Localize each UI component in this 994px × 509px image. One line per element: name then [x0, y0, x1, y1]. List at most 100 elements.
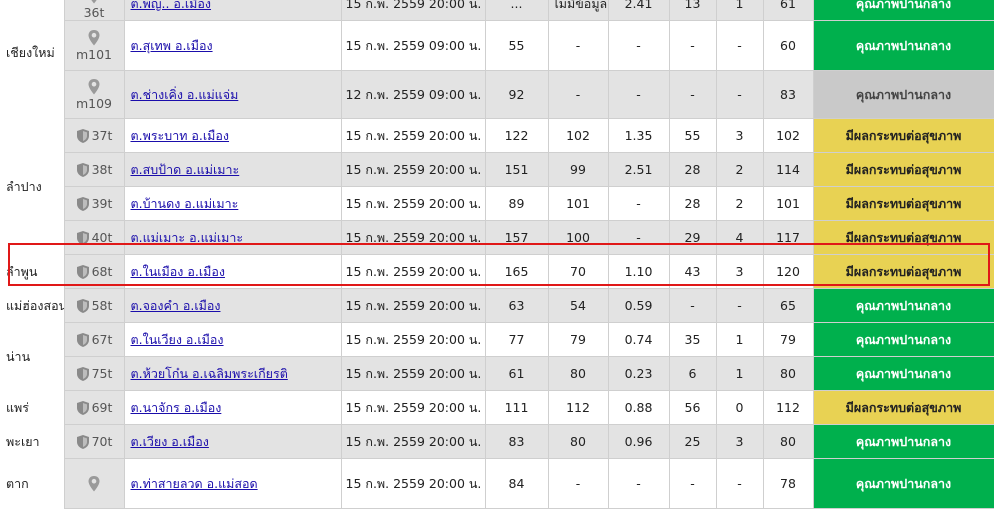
measurement-value: 3 — [735, 434, 744, 449]
station-marker[interactable]: 75t — [69, 366, 120, 382]
province-label: ลำปาง — [6, 178, 42, 194]
location-link[interactable]: ต.เวียง อ.เมือง — [131, 434, 209, 449]
measurement-value: 3 — [735, 128, 744, 143]
location-link[interactable]: ต.ห้วยโก๋น อ.เฉลิมพระเกียรติ — [131, 366, 288, 381]
station-marker[interactable]: 67t — [69, 332, 120, 348]
value-cell-v3: - — [607, 70, 670, 119]
value-cell-v6: 61 — [762, 0, 814, 21]
province-label: ตาก — [6, 475, 29, 491]
value-cell-v3: 2.51 — [607, 152, 670, 187]
quality-status-cell: คุณภาพปานกลาง — [812, 20, 994, 71]
value-cell-v3: 2.41 — [607, 0, 670, 21]
station-code: m101 — [75, 47, 113, 62]
measurement-value: 89 — [508, 196, 525, 211]
location-link[interactable]: ต.พญ.. อ.เมือง — [131, 0, 212, 11]
value-cell-v6: 112 — [762, 390, 814, 425]
measurement-value: 120 — [776, 264, 800, 279]
station-marker[interactable]: 58t — [69, 298, 120, 314]
measurement-value: 80 — [570, 366, 586, 381]
table-body: เชียงใหม่ 36t ต.พญ.. อ.เมือง 15 ก.พ. 2559 2… — [0, 0, 994, 509]
value-cell-v1: 89 — [484, 186, 549, 221]
measurement-value: 43 — [684, 264, 701, 279]
measurement-value: 102 — [566, 128, 590, 143]
table-row: เชียงใหม่ 36t ต.พญ.. อ.เมือง 15 ก.พ. 2559 2… — [0, 0, 994, 119]
station-marker[interactable]: m109 — [69, 78, 120, 111]
shield-icon — [76, 332, 90, 348]
location-link[interactable]: ต.นาจักร อ.เมือง — [131, 400, 222, 415]
measurement-time: 15 ก.พ. 2559 20:00 น. — [345, 365, 482, 381]
station-cell[interactable]: 70t — [63, 424, 125, 459]
value-cell-v1: 157 — [484, 220, 549, 255]
station-marker[interactable]: 38t — [69, 162, 120, 178]
measurement-value: - — [690, 298, 695, 313]
measurement-value: 29 — [684, 230, 701, 245]
province-cell: ลำปาง — [0, 118, 64, 255]
value-cell-v2: 54 — [547, 288, 609, 323]
station-code: 58t — [91, 298, 113, 313]
station-cell[interactable]: 38t — [63, 152, 125, 187]
location-link[interactable]: ต.ช่างเคิ่ง อ.แม่แจ่ม — [131, 87, 239, 102]
value-cell-v4: - — [668, 20, 717, 71]
location-link[interactable]: ต.ในเมือง อ.เมือง — [131, 264, 225, 279]
station-marker[interactable]: 40t — [69, 230, 120, 246]
station-code: 39t — [91, 196, 113, 211]
station-cell[interactable]: 40t — [63, 220, 125, 255]
station-marker[interactable]: m101 — [69, 29, 120, 62]
location-cell: ต.สบป้าด อ.แม่เมาะ — [123, 152, 342, 187]
table-row: m101 ต.สุเทพ อ.เมือง 15 ก.พ. 2559 09:00 น.… — [0, 20, 994, 71]
value-cell-v1: 61 — [484, 356, 549, 391]
measurement-time: 12 ก.พ. 2559 09:00 น. — [345, 86, 482, 102]
table-row: 39t ต.บ้านดง อ.แม่เมาะ 15 ก.พ. 2559 20:00 … — [0, 186, 994, 221]
measurement-value: 70 — [570, 264, 586, 279]
value-cell-v5: 4 — [715, 220, 764, 255]
station-code: 69t — [91, 400, 113, 415]
station-cell[interactable]: 75t — [63, 356, 125, 391]
quality-status-label: คุณภาพปานกลาง — [855, 37, 952, 53]
station-cell[interactable]: m109 — [63, 70, 125, 119]
station-cell[interactable]: 67t — [63, 322, 125, 357]
location-link[interactable]: ต.สุเทพ อ.เมือง — [131, 38, 213, 53]
station-code: 75t — [91, 366, 113, 381]
measurement-value: 112 — [776, 400, 800, 415]
location-link[interactable]: ต.จองคำ อ.เมือง — [131, 298, 221, 313]
station-cell[interactable]: 58t — [63, 288, 125, 323]
station-cell[interactable]: 37t — [63, 118, 125, 153]
measurement-value: 2.51 — [624, 162, 653, 177]
value-cell-v4: 43 — [668, 254, 717, 289]
location-cell: ต.พญ.. อ.เมือง — [123, 0, 342, 21]
location-cell: ต.พระบาท อ.เมือง — [123, 118, 342, 153]
measurement-value: 55 — [508, 38, 525, 53]
station-cell[interactable]: 68t — [63, 254, 125, 289]
province-label: น่าน — [6, 348, 31, 364]
station-cell[interactable]: 69t — [63, 390, 125, 425]
pin-icon — [87, 78, 101, 96]
location-link[interactable]: ต.ท่าสายลวด อ.แม่สอด — [131, 476, 258, 491]
station-cell[interactable]: 39t — [63, 186, 125, 221]
location-link[interactable]: ต.ในเวียง อ.เมือง — [131, 332, 224, 347]
location-link[interactable]: ต.พระบาท อ.เมือง — [131, 128, 230, 143]
station-marker[interactable]: 68t — [69, 264, 120, 280]
station-cell[interactable]: m101 — [63, 20, 125, 71]
station-marker[interactable]: 69t — [69, 400, 120, 416]
station-marker[interactable]: 37t — [69, 128, 120, 144]
measurement-value: 55 — [684, 128, 701, 143]
measurement-time: 15 ก.พ. 2559 20:00 น. — [345, 331, 482, 347]
measurement-value: 151 — [504, 162, 529, 177]
station-marker[interactable]: 39t — [69, 196, 120, 212]
location-link[interactable]: ต.บ้านดง อ.แม่เมาะ — [131, 196, 239, 211]
location-link[interactable]: ต.สบป้าด อ.แม่เมาะ — [131, 162, 240, 177]
station-marker[interactable]: 70t — [69, 434, 120, 450]
province-cell: แพร่ — [0, 390, 64, 425]
measurement-value: 92 — [508, 87, 525, 102]
station-cell[interactable]: 36t — [63, 0, 125, 21]
measurement-value: 79 — [780, 332, 796, 347]
table-row: ลำพูน 68t ต.ในเมือง อ.เมือง 15 ก.พ. 2559 20… — [0, 254, 994, 289]
value-cell-v3: 0.59 — [607, 288, 670, 323]
value-cell-v4: 25 — [668, 424, 717, 459]
quality-status-label: มีผลกระทบต่อสุขภาพ — [845, 263, 962, 279]
station-marker[interactable]: 36t — [69, 0, 120, 20]
measurement-value: 25 — [684, 434, 701, 449]
location-link[interactable]: ต.แม่เมาะ อ.แม่เมาะ — [131, 230, 244, 245]
value-cell-v3: - — [607, 20, 670, 71]
measurement-value: - — [636, 38, 641, 53]
